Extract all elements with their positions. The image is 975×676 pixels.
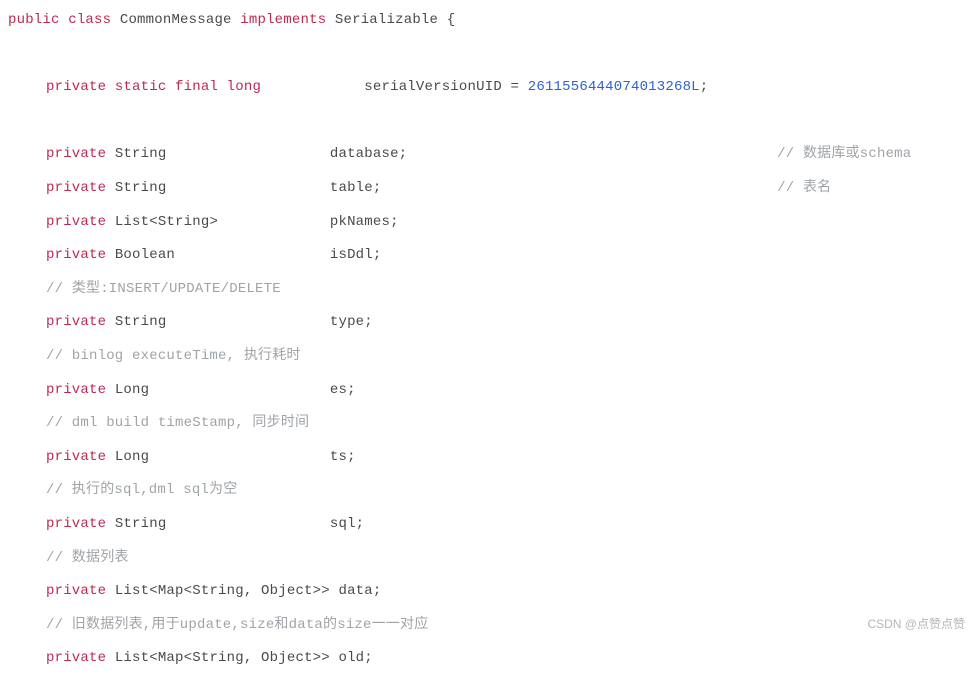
- field-type: private String type;: [8, 306, 967, 340]
- comment: // 旧数据列表,用于update,size和data的size一一对应: [46, 617, 428, 633]
- kw-long: long: [227, 79, 261, 95]
- kw-private: private: [46, 314, 106, 330]
- comment-old: // 旧数据列表,用于update,size和data的size一一对应: [8, 609, 967, 643]
- field-ts: private Long ts;: [8, 441, 967, 475]
- name: es;: [330, 382, 356, 398]
- field-data: private List<Map<String, Object>> data;: [8, 575, 967, 609]
- type: String: [115, 146, 167, 162]
- comment: // 执行的sql,dml sql为空: [46, 482, 237, 498]
- kw-private: private: [46, 79, 106, 95]
- comment: // 表名: [777, 180, 831, 196]
- blank-line: [8, 38, 967, 72]
- equals: =: [511, 79, 520, 95]
- kw-implements: implements: [240, 12, 326, 28]
- name: isDdl;: [330, 247, 382, 263]
- comment-ts: // dml build timeStamp, 同步时间: [8, 407, 967, 441]
- type: Boolean: [115, 247, 175, 263]
- svuid-name: serialVersionUID: [364, 79, 502, 95]
- type: String: [115, 314, 167, 330]
- comment-type: // 类型:INSERT/UPDATE/DELETE: [8, 273, 967, 307]
- type: String: [115, 516, 167, 532]
- type: List<String>: [115, 214, 218, 230]
- kw-private: private: [46, 650, 106, 666]
- field-pknames: private List<String> pkNames;: [8, 206, 967, 240]
- comment-es: // binlog executeTime, 执行耗时: [8, 340, 967, 374]
- name: pkNames;: [330, 214, 399, 230]
- type: List<Map<String, Object>>: [115, 650, 330, 666]
- class-declaration: public class CommonMessage implements Se…: [8, 4, 967, 38]
- type: List<Map<String, Object>>: [115, 583, 330, 599]
- comment: // binlog executeTime, 执行耗时: [46, 348, 301, 364]
- interface-name: Serializable: [335, 12, 438, 28]
- name: data;: [338, 583, 381, 599]
- comment: // 数据库或schema: [777, 146, 911, 162]
- field-serialversionuid: private static final long serialVersionU…: [8, 71, 967, 105]
- blank-line: [8, 105, 967, 139]
- kw-final: final: [175, 79, 218, 95]
- name: type;: [330, 314, 373, 330]
- type: Long: [115, 382, 149, 398]
- field-sql: private String sql;: [8, 508, 967, 542]
- comment: // dml build timeStamp, 同步时间: [46, 415, 309, 431]
- field-es: private Long es;: [8, 374, 967, 408]
- kw-private: private: [46, 583, 106, 599]
- comment: // 数据列表: [46, 550, 129, 566]
- code-block: public class CommonMessage implements Se…: [8, 4, 967, 676]
- field-database: private String database; // 数据库或schema: [8, 138, 967, 172]
- kw-static: static: [115, 79, 167, 95]
- comment-sql: // 执行的sql,dml sql为空: [8, 474, 967, 508]
- kw-private: private: [46, 247, 106, 263]
- type: String: [115, 180, 167, 196]
- kw-private: private: [46, 516, 106, 532]
- svuid-value: 2611556444074013268L: [528, 79, 700, 95]
- class-name: CommonMessage: [120, 12, 232, 28]
- name: ts;: [330, 449, 356, 465]
- name: table;: [330, 180, 382, 196]
- field-table: private String table; // 表名: [8, 172, 967, 206]
- kw-private: private: [46, 382, 106, 398]
- field-isddl: private Boolean isDdl;: [8, 239, 967, 273]
- kw-private: private: [46, 180, 106, 196]
- name: database;: [330, 146, 407, 162]
- kw-class: class: [68, 12, 111, 28]
- semi: ;: [700, 79, 709, 95]
- comment-data: // 数据列表: [8, 542, 967, 576]
- watermark: CSDN @点赞点赞: [867, 618, 965, 630]
- brace-open: {: [447, 12, 456, 28]
- name: old;: [338, 650, 372, 666]
- kw-private: private: [46, 449, 106, 465]
- field-old: private List<Map<String, Object>> old;: [8, 642, 967, 676]
- comment: // 类型:INSERT/UPDATE/DELETE: [46, 281, 281, 297]
- kw-public: public: [8, 12, 60, 28]
- type: Long: [115, 449, 149, 465]
- name: sql;: [330, 516, 364, 532]
- kw-private: private: [46, 146, 106, 162]
- kw-private: private: [46, 214, 106, 230]
